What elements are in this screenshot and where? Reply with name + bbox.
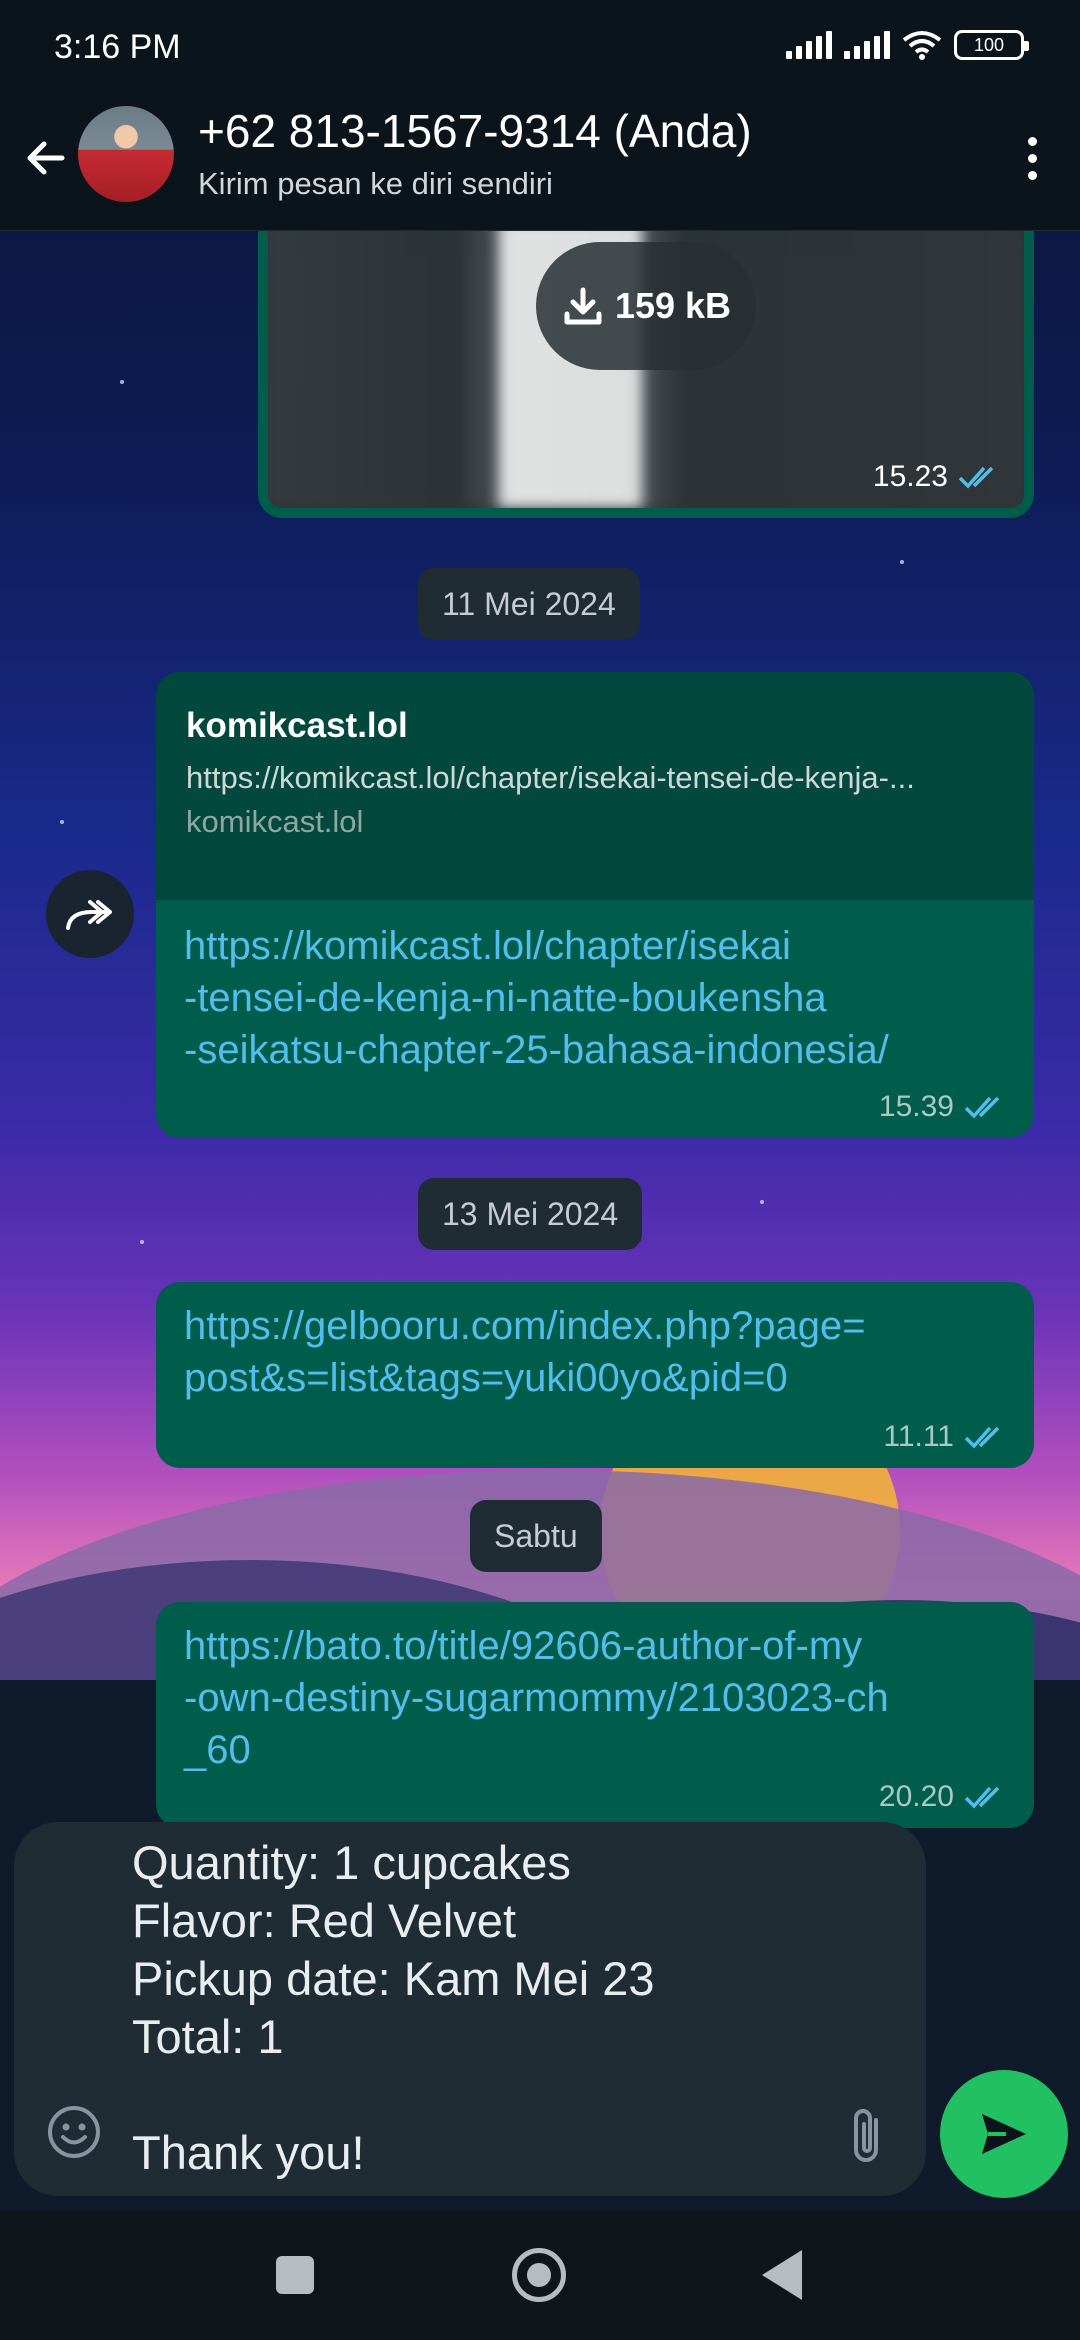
chat-header: +62 813-1567-9314 (Anda) Kirim pesan ke … bbox=[0, 96, 1080, 231]
forward-button[interactable] bbox=[46, 870, 134, 958]
recents-button[interactable] bbox=[276, 2256, 314, 2294]
message-time: 11.11 bbox=[883, 1420, 954, 1453]
system-back-button[interactable] bbox=[762, 2250, 802, 2300]
system-nav-bar bbox=[0, 2210, 1080, 2340]
link-message[interactable]: https://gelbooru.com/index.php?page= pos… bbox=[156, 1282, 1034, 1468]
message-link-line[interactable]: -own-destiny-sugarmommy/2103023-ch bbox=[184, 1672, 889, 1724]
message-link-line[interactable]: -tensei-de-kenja-ni-natte-boukensha bbox=[184, 972, 889, 1024]
message-link-line[interactable]: -seikatsu-chapter-25-bahasa-indonesia/ bbox=[184, 1024, 889, 1076]
link-preview-title: komikcast.lol bbox=[186, 706, 408, 745]
home-button[interactable] bbox=[512, 2248, 566, 2302]
message-input[interactable]: Quantity: 1 cupcakes Flavor: Red Velvet … bbox=[132, 1834, 655, 2182]
date-divider: 13 Mei 2024 bbox=[418, 1178, 643, 1250]
message-time: 15.39 bbox=[878, 1090, 954, 1123]
forward-icon bbox=[66, 900, 112, 930]
link-preview-domain: komikcast.lol bbox=[186, 804, 364, 839]
message-link-line[interactable]: https://komikcast.lol/chapter/isekai bbox=[184, 920, 889, 972]
message-composer[interactable]: Quantity: 1 cupcakes Flavor: Red Velvet … bbox=[14, 1822, 926, 2196]
double-check-read-icon bbox=[964, 1096, 1000, 1119]
signal-icon bbox=[786, 31, 832, 59]
contact-subtitle[interactable]: Kirim pesan ke diri sendiri bbox=[198, 166, 553, 202]
image-message[interactable]: 159 kB 15.23 bbox=[258, 210, 1034, 518]
download-icon bbox=[564, 287, 602, 325]
link-preview[interactable]: komikcast.lol https://komikcast.lol/chap… bbox=[156, 672, 1034, 900]
double-check-read-icon bbox=[964, 1786, 1000, 1809]
date-divider: 11 Mei 2024 bbox=[418, 568, 640, 640]
status-bar: 3:16 PM 100 bbox=[0, 0, 1080, 96]
contact-name[interactable]: +62 813-1567-9314 (Anda) bbox=[198, 104, 752, 158]
wifi-icon bbox=[902, 31, 942, 60]
avatar[interactable] bbox=[78, 106, 174, 202]
message-link-line[interactable]: post&s=list&tags=yuki00yo&pid=0 bbox=[184, 1352, 866, 1404]
battery-level: 100 bbox=[973, 34, 1005, 55]
link-preview-url: https://komikcast.lol/chapter/isekai-ten… bbox=[186, 760, 915, 795]
download-button[interactable]: 159 kB bbox=[536, 242, 756, 370]
signal-icon bbox=[844, 31, 890, 59]
back-button[interactable] bbox=[14, 126, 78, 190]
double-check-read-icon bbox=[958, 466, 994, 489]
battery-icon: 100 bbox=[954, 30, 1029, 60]
message-link-line[interactable]: https://gelbooru.com/index.php?page= bbox=[184, 1300, 866, 1352]
message-link-line[interactable]: https://bato.to/title/92606-author-of-my bbox=[184, 1620, 889, 1672]
link-message[interactable]: https://bato.to/title/92606-author-of-my… bbox=[156, 1602, 1034, 1828]
double-check-read-icon bbox=[964, 1426, 1000, 1449]
send-button[interactable] bbox=[940, 2070, 1068, 2198]
message-time: 20.20 bbox=[878, 1780, 954, 1813]
date-divider: Sabtu bbox=[470, 1500, 602, 1572]
message-link-line[interactable]: _60 bbox=[184, 1724, 889, 1776]
arrow-left-icon bbox=[27, 141, 65, 175]
status-time: 3:16 PM bbox=[54, 28, 181, 66]
link-message[interactable]: komikcast.lol https://komikcast.lol/chap… bbox=[156, 672, 1034, 1138]
download-size: 159 kB bbox=[614, 285, 732, 326]
send-icon bbox=[982, 2114, 1026, 2154]
paperclip-icon[interactable] bbox=[840, 2106, 896, 2168]
message-time: 15.23 bbox=[872, 460, 948, 493]
emoji-icon[interactable] bbox=[44, 2102, 104, 2162]
more-vert-icon[interactable] bbox=[1002, 126, 1062, 190]
